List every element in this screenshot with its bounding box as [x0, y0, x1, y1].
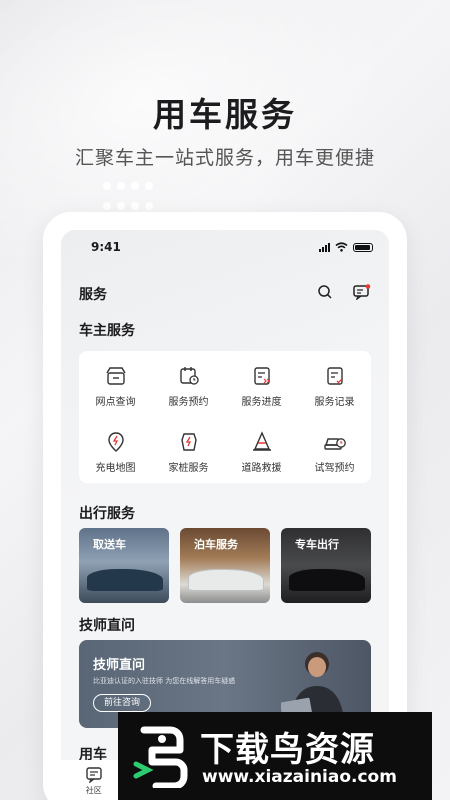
service-label: 充电地图	[95, 463, 136, 474]
travel-card-pickup[interactable]: 取送车	[79, 528, 169, 603]
service-label: 道路救援	[241, 463, 282, 474]
service-item-progress[interactable]: 服务进度	[225, 365, 298, 417]
service-item-outlet[interactable]: 网点查询	[79, 365, 152, 417]
service-item-home-charger[interactable]: 家桩服务	[152, 431, 225, 483]
service-label: 试驾预约	[314, 463, 355, 474]
record-doc-icon	[326, 367, 343, 385]
test-drive-icon	[323, 438, 346, 450]
service-item-charging-map[interactable]: 充电地图	[79, 431, 152, 483]
technician-card-title: 技师直问	[93, 658, 146, 673]
service-label: 服务预约	[168, 397, 209, 408]
charge-map-icon	[107, 432, 124, 452]
travel-card-chauffeur[interactable]: 专车出行	[281, 528, 371, 603]
tab-label: 社区	[85, 786, 102, 795]
bird-logo-icon	[133, 726, 188, 788]
hero-title: 用车服务	[153, 95, 297, 134]
service-item-road-rescue[interactable]: 道路救援	[225, 431, 298, 483]
travel-card-label: 取送车	[93, 538, 126, 551]
tab-community[interactable]: 社区	[69, 767, 119, 796]
search-icon[interactable]	[317, 284, 333, 300]
calendar-clock-icon	[179, 367, 199, 385]
owner-services-grid: 网点查询 服务预约 服务进度 服务记录 充电地图 家桩服务 道路救援 试驾预约	[79, 351, 371, 483]
service-label: 家桩服务	[168, 463, 209, 474]
travel-card-label: 专车出行	[295, 538, 339, 551]
message-icon[interactable]	[353, 284, 371, 300]
watermark-banner: 下载鸟资源 www.xiazainiao.com	[118, 712, 432, 800]
notification-dot	[365, 284, 371, 289]
service-label: 网点查询	[95, 397, 136, 408]
signal-icon	[319, 242, 330, 252]
watermark-url: www.xiazainiao.com	[202, 767, 397, 787]
status-time: 9:41	[91, 240, 121, 254]
service-label: 服务记录	[314, 397, 355, 408]
technician-title: 技师直问	[79, 618, 135, 634]
service-label: 服务进度	[241, 397, 282, 408]
travel-services-row: 取送车 泊车服务 专车出行	[79, 528, 371, 603]
owner-services-title: 车主服务	[79, 323, 135, 339]
technician-card-desc: 比亚迪认证的入驻技师 为您在线解答用车疑惑	[93, 677, 236, 685]
status-bar: 9:41	[91, 240, 373, 256]
watermark-title: 下载鸟资源	[200, 730, 375, 770]
car-image	[289, 569, 365, 591]
battery-icon	[353, 242, 373, 252]
hero-subtitle: 汇聚车主一站式服务，用车更便捷	[74, 147, 375, 169]
home-charger-icon	[180, 433, 197, 451]
service-item-records[interactable]: 服务记录	[298, 365, 371, 417]
service-item-appointment[interactable]: 服务预约	[152, 365, 225, 417]
travel-card-parking[interactable]: 泊车服务	[180, 528, 270, 603]
page-title: 服务	[79, 287, 107, 303]
car-image	[188, 569, 264, 591]
consult-button[interactable]: 前往咨询	[93, 694, 152, 712]
travel-card-label: 泊车服务	[194, 538, 238, 551]
community-icon	[86, 767, 102, 783]
traffic-cone-icon	[252, 431, 271, 451]
progress-doc-icon	[253, 367, 270, 385]
store-icon	[105, 367, 126, 385]
service-item-test-drive[interactable]: 试驾预约	[298, 431, 371, 483]
wifi-icon	[335, 242, 348, 252]
car-image	[87, 569, 163, 591]
travel-services-title: 出行服务	[79, 506, 135, 522]
